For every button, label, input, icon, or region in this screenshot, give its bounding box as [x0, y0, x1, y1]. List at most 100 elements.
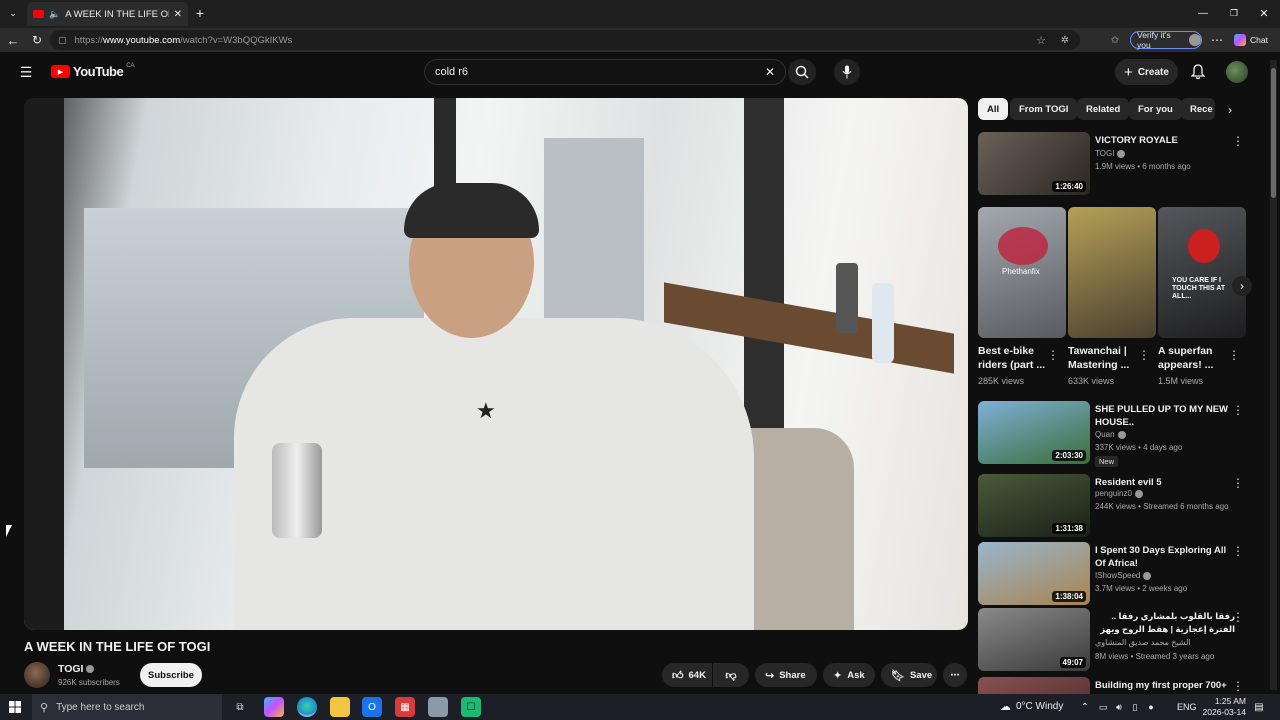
- file-explorer-icon[interactable]: [330, 697, 350, 717]
- video-item-title[interactable]: رفقا بالقلوب بلمشاري رفقا .. الفترة إعجا…: [1095, 610, 1235, 636]
- video-item-channel[interactable]: الشيخ محمد صديق المنشاوي: [1095, 638, 1191, 647]
- voice-search-button[interactable]: [834, 59, 860, 85]
- channel-name[interactable]: TOGI: [58, 663, 95, 675]
- list-item[interactable]: Building my first proper 700+ ⋮: [978, 677, 1248, 694]
- back-icon[interactable]: ←: [6, 32, 20, 48]
- outlook-icon[interactable]: O: [362, 697, 382, 717]
- channel-avatar[interactable]: [24, 662, 50, 688]
- video-thumbnail[interactable]: 2:03:30: [978, 401, 1090, 464]
- video-item-title[interactable]: Resident evil 5: [1095, 476, 1235, 489]
- item-menu-icon[interactable]: ⋮: [1232, 134, 1244, 148]
- video-thumbnail[interactable]: 1:38:04: [978, 542, 1090, 605]
- minimize-button[interactable]: —: [1196, 6, 1210, 20]
- chip-for-you[interactable]: For you: [1129, 98, 1182, 120]
- short-menu-icon[interactable]: ⋮: [1138, 348, 1150, 362]
- copilot-chat-button[interactable]: Chat: [1234, 32, 1274, 48]
- video-item-title[interactable]: Building my first proper 700+: [1095, 679, 1235, 692]
- clear-search-icon[interactable]: ✕: [765, 65, 775, 79]
- battery-icon[interactable]: ▯: [1129, 700, 1141, 714]
- video-item-channel[interactable]: IShowSpeed: [1095, 571, 1152, 580]
- create-button[interactable]: + Create: [1115, 59, 1178, 85]
- hamburger-menu-icon[interactable]: ☰: [18, 64, 34, 80]
- share-button[interactable]: ↪ Share: [755, 663, 817, 687]
- item-menu-icon[interactable]: ⋮: [1232, 476, 1244, 490]
- chip-from-togi[interactable]: From TOGI: [1010, 98, 1078, 120]
- video-thumbnail[interactable]: 1:26:40: [978, 132, 1090, 195]
- chip-related[interactable]: Related: [1077, 98, 1130, 120]
- video-player[interactable]: ★: [24, 98, 968, 630]
- chat-app-icon[interactable]: ☐: [461, 697, 481, 717]
- close-tab-icon[interactable]: ✕: [174, 9, 182, 20]
- video-item-channel[interactable]: penguinz0: [1095, 489, 1143, 498]
- item-menu-icon[interactable]: ⋮: [1232, 544, 1244, 558]
- list-item[interactable]: 1:38:04 I Spent 30 Days Exploring All Of…: [978, 542, 1248, 608]
- like-button[interactable]: 👍︎ 64K: [662, 663, 712, 687]
- short-title[interactable]: A superfan appears! ...: [1158, 344, 1233, 372]
- save-button[interactable]: 🔖︎ Save: [881, 663, 937, 687]
- account-avatar[interactable]: [1226, 61, 1248, 83]
- search-input[interactable]: cold r6 ✕: [424, 59, 786, 85]
- clock[interactable]: 1:25 AM 2026-03-14: [1202, 696, 1246, 718]
- language-indicator[interactable]: ENG: [1177, 702, 1197, 712]
- video-item-channel[interactable]: Quan: [1095, 430, 1126, 439]
- app-window-icon[interactable]: [428, 697, 448, 717]
- video-thumbnail[interactable]: 1:31:38: [978, 474, 1090, 537]
- favorite-star-icon[interactable]: ☆: [1034, 32, 1048, 48]
- tab-list-button[interactable]: ⌄: [6, 6, 20, 20]
- video-item-title[interactable]: SHE PULLED UP TO MY NEW HOUSE..: [1095, 403, 1235, 429]
- page-scrollbar-thumb[interactable]: [1271, 68, 1276, 198]
- taskbar-search-input[interactable]: ⚲ Type here to search: [32, 694, 222, 720]
- verify-button[interactable]: Verify it's you: [1130, 30, 1202, 50]
- new-tab-button[interactable]: +: [192, 4, 208, 22]
- task-view-icon[interactable]: ⧉: [230, 697, 250, 717]
- short-thumbnail[interactable]: Phethanfix: [978, 207, 1066, 338]
- video-item-channel[interactable]: TOGI: [1095, 149, 1126, 158]
- dislike-button[interactable]: 👎︎: [713, 663, 749, 687]
- volume-icon[interactable]: 🔊︎: [1113, 700, 1125, 714]
- restore-button[interactable]: ❐: [1227, 6, 1241, 20]
- chip-all[interactable]: All: [978, 98, 1009, 120]
- short-thumbnail[interactable]: YOU CARE IF I TOUCH THIS AT ALL...: [1158, 207, 1246, 338]
- ask-button[interactable]: ✦ Ask: [823, 663, 875, 687]
- list-item[interactable]: 1:26:40 VICTORY ROYALE TOGI 1.9M views •…: [978, 132, 1248, 198]
- short-menu-icon[interactable]: ⋮: [1047, 348, 1059, 362]
- short-thumbnail[interactable]: [1068, 207, 1156, 338]
- list-item[interactable]: 49:07 رفقا بالقلوب بلمشاري رفقا .. الفتر…: [978, 608, 1248, 674]
- refresh-icon[interactable]: ↻: [30, 32, 44, 48]
- list-item[interactable]: 2:03:30 SHE PULLED UP TO MY NEW HOUSE.. …: [978, 401, 1248, 467]
- extensions-icon[interactable]: ✲: [1058, 32, 1072, 48]
- close-window-button[interactable]: ✕: [1257, 6, 1271, 20]
- short-title[interactable]: Tawanchai | Mastering ...: [1068, 344, 1143, 372]
- address-field[interactable]: ▢ https://www.youtube.com/watch?v=W3bQQG…: [50, 30, 1080, 50]
- tray-chevron-icon[interactable]: ⌃: [1079, 700, 1091, 714]
- speaker-icon[interactable]: 🔈: [49, 9, 60, 20]
- video-thumbnail[interactable]: 49:07: [978, 608, 1090, 671]
- network-icon[interactable]: ▭: [1097, 700, 1109, 714]
- favorites-icon[interactable]: ✩: [1108, 32, 1122, 48]
- browser-tab[interactable]: 🔈 A WEEK IN THE LIFE OF TOGI ✕: [27, 2, 188, 26]
- gift-app-icon[interactable]: ▦: [395, 697, 415, 717]
- item-menu-icon[interactable]: ⋮: [1232, 679, 1244, 693]
- video-thumbnail[interactable]: [978, 677, 1090, 694]
- weather-widget[interactable]: ☁ 0°C Windy: [1000, 700, 1063, 713]
- chips-next-icon[interactable]: ›: [1222, 102, 1238, 118]
- shorts-next-button[interactable]: ›: [1232, 276, 1252, 296]
- edge-browser-icon[interactable]: [297, 697, 317, 717]
- item-menu-icon[interactable]: ⋮: [1232, 403, 1244, 417]
- video-item-title[interactable]: I Spent 30 Days Exploring All Of Africa!: [1095, 544, 1235, 570]
- more-actions-button[interactable]: ⋯: [943, 663, 967, 687]
- chip-recent[interactable]: Rece: [1181, 98, 1215, 120]
- item-menu-icon[interactable]: ⋮: [1232, 610, 1244, 624]
- search-button[interactable]: [788, 59, 816, 85]
- notification-center-icon[interactable]: ▤: [1252, 700, 1266, 714]
- mic-tray-icon[interactable]: ●: [1145, 700, 1157, 714]
- youtube-logo[interactable]: ▶ YouTube CA: [51, 63, 135, 79]
- short-menu-icon[interactable]: ⋮: [1228, 348, 1240, 362]
- more-menu-icon[interactable]: ⋯: [1210, 32, 1224, 48]
- windows-start-icon[interactable]: [8, 700, 22, 714]
- list-item[interactable]: 1:31:38 Resident evil 5 penguinz0 244K v…: [978, 474, 1248, 540]
- notifications-bell-icon[interactable]: [1189, 63, 1207, 81]
- site-info-icon[interactable]: ▢: [58, 35, 67, 46]
- short-title[interactable]: Best e-bike riders (part ...: [978, 344, 1053, 372]
- video-item-title[interactable]: VICTORY ROYALE: [1095, 134, 1235, 147]
